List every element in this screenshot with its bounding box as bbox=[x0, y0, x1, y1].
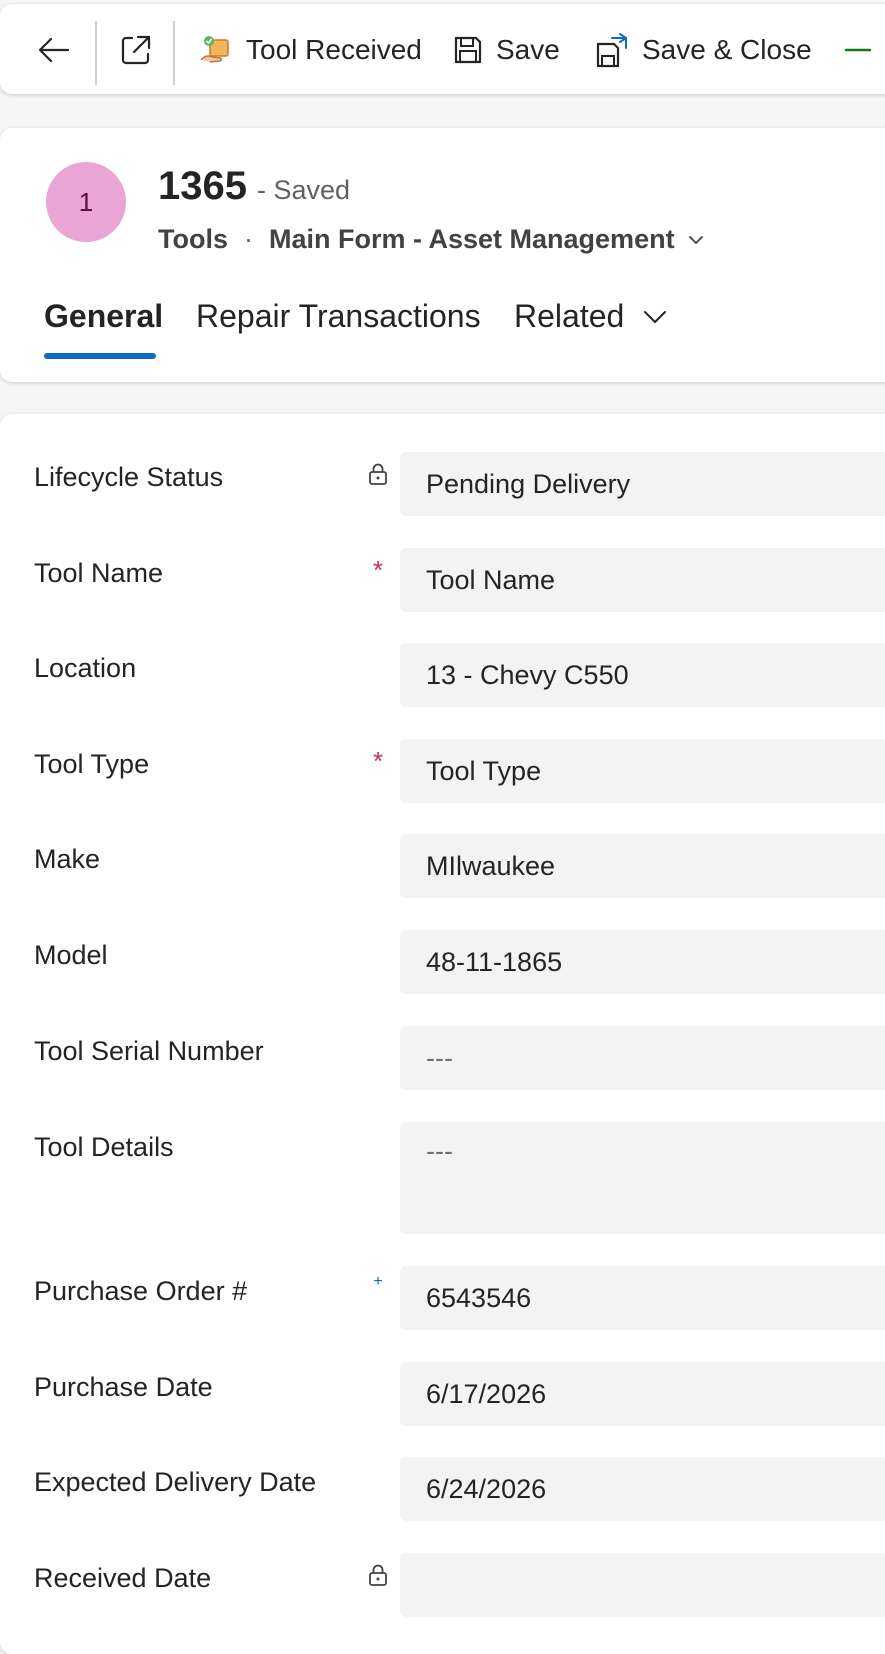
record-subtitle: Tools · Main Form - Asset Management bbox=[158, 224, 705, 255]
subtitle-separator: · bbox=[244, 224, 253, 254]
received-date-field[interactable] bbox=[400, 1553, 885, 1617]
field-label: Purchase Date bbox=[34, 1372, 213, 1402]
expected-delivery-date-field[interactable]: 6/24/2026 bbox=[400, 1457, 885, 1521]
plus-icon bbox=[844, 48, 872, 52]
purchase-order-field[interactable]: 6543546 bbox=[400, 1266, 885, 1330]
record-title: 1365 - Saved bbox=[158, 164, 350, 209]
new-button[interactable] bbox=[842, 22, 872, 78]
form-name: Main Form - Asset Management bbox=[269, 224, 675, 254]
back-button[interactable] bbox=[36, 22, 72, 78]
field-label: Tool Details bbox=[34, 1132, 174, 1162]
field-label: Lifecycle Status bbox=[34, 462, 224, 492]
recommended-indicator: + bbox=[366, 1268, 390, 1296]
tool-type-field[interactable]: Tool Type bbox=[400, 739, 885, 803]
field-label: Make bbox=[34, 844, 101, 874]
field-label: Tool Serial Number bbox=[34, 1036, 264, 1066]
tab-label: Related bbox=[514, 298, 625, 334]
tab-label: General bbox=[44, 298, 164, 334]
tab-related[interactable]: Related bbox=[514, 298, 668, 335]
make-field[interactable]: MIlwaukee bbox=[400, 834, 885, 898]
tool-name-field[interactable]: Tool Name bbox=[400, 548, 885, 612]
tab-bar: General Repair Transactions Related bbox=[0, 288, 885, 368]
field-label: Expected Delivery Date bbox=[34, 1467, 317, 1497]
field-label: Purchase Order # bbox=[34, 1276, 248, 1306]
open-in-new-window-button[interactable] bbox=[118, 22, 154, 78]
purchase-date-field[interactable]: 6/17/2026 bbox=[400, 1362, 885, 1426]
location-lookup-field[interactable]: 13 - Chevy C550 bbox=[400, 643, 885, 707]
save-button[interactable]: Save bbox=[452, 22, 560, 78]
form-selector[interactable]: Main Form - Asset Management bbox=[269, 224, 705, 255]
record-number: 1365 bbox=[158, 164, 247, 208]
lifecycle-status-field[interactable]: Pending Delivery bbox=[400, 452, 885, 516]
tool-serial-number-field[interactable]: --- bbox=[400, 1026, 885, 1090]
active-tab-indicator bbox=[44, 353, 156, 359]
toolbar-divider bbox=[95, 21, 97, 85]
lock-icon bbox=[366, 460, 390, 488]
model-field[interactable]: 48-11-1865 bbox=[400, 930, 885, 994]
field-label: Tool Name bbox=[34, 558, 164, 588]
entity-name: Tools bbox=[158, 224, 228, 254]
tool-received-label: Tool Received bbox=[246, 34, 422, 65]
record-header: 1 1365 - Saved Tools · Main Form - Asset … bbox=[0, 128, 885, 382]
field-label: Location bbox=[34, 653, 137, 683]
required-asterisk: * bbox=[372, 555, 384, 585]
field-label: Model bbox=[34, 940, 108, 970]
tab-general[interactable]: General bbox=[44, 298, 163, 335]
open-in-new-window-icon bbox=[121, 35, 151, 65]
tool-received-button[interactable]: Tool Received bbox=[198, 22, 422, 78]
required-asterisk: * bbox=[372, 746, 384, 776]
command-bar: Tool Received Save Save & Close bbox=[0, 4, 885, 94]
general-form-section: Lifecycle Status Pending Delivery Tool N… bbox=[0, 414, 885, 1654]
save-icon bbox=[454, 36, 482, 64]
tab-label: Repair Transactions bbox=[196, 298, 481, 334]
chevron-down-icon bbox=[642, 304, 668, 330]
chevron-down-icon bbox=[687, 231, 705, 249]
required-indicator: * bbox=[366, 556, 390, 584]
save-and-close-button[interactable]: Save & Close bbox=[596, 22, 812, 78]
back-arrow-icon bbox=[38, 37, 70, 63]
save-and-close-icon bbox=[596, 33, 627, 68]
save-and-close-label: Save & Close bbox=[642, 34, 812, 65]
record-avatar: 1 bbox=[46, 162, 126, 242]
toolbar-divider bbox=[173, 21, 175, 85]
field-label: Tool Type bbox=[34, 749, 150, 779]
save-label: Save bbox=[496, 34, 560, 65]
recommended-plus: + bbox=[373, 1273, 383, 1290]
tool-details-textarea[interactable]: --- bbox=[400, 1122, 885, 1234]
required-indicator: * bbox=[366, 747, 390, 775]
field-label: Received Date bbox=[34, 1563, 212, 1593]
save-status: - Saved bbox=[256, 175, 351, 205]
tool-received-icon bbox=[200, 36, 229, 63]
lock-icon bbox=[366, 1561, 390, 1589]
tab-repair-transactions[interactable]: Repair Transactions bbox=[196, 298, 481, 335]
